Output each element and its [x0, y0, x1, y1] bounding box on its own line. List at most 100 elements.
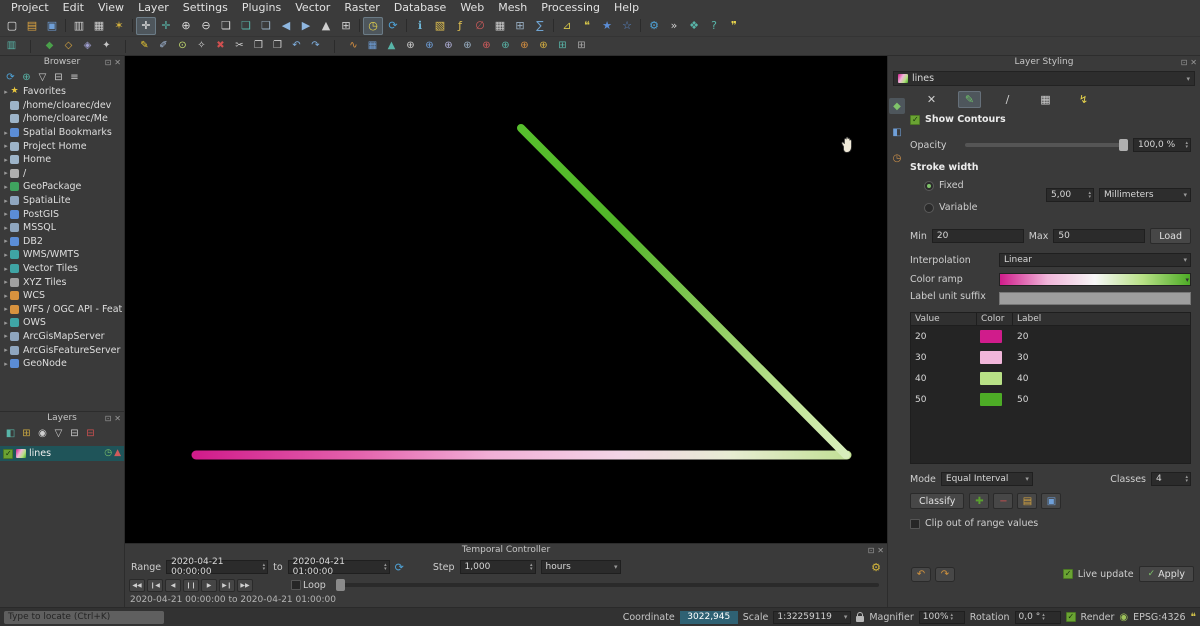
browser-item-folder-dev[interactable]: /home/cloarec/dev: [0, 99, 124, 113]
new-spatialite-button[interactable]: ◈: [78, 38, 97, 54]
add-wcs-button[interactable]: ⊕: [515, 38, 534, 54]
expand-arrow-icon[interactable]: ▸: [2, 210, 10, 218]
layout-manager-button[interactable]: ▦: [89, 17, 109, 35]
menu-item[interactable]: Plugins: [235, 0, 288, 15]
add-spatialite-button[interactable]: ⊕: [439, 38, 458, 54]
styling-layer-combo[interactable]: lines ▾: [893, 71, 1195, 86]
python-console-button[interactable]: »: [664, 17, 684, 35]
open-attribute-table-button[interactable]: ▦: [490, 17, 510, 35]
help-button[interactable]: ?: [704, 17, 724, 35]
class-row[interactable]: 20 20: [911, 326, 1190, 347]
style-redo-button[interactable]: ↷: [935, 567, 955, 582]
opacity-slider-handle[interactable]: [1119, 139, 1128, 151]
cut-features-button[interactable]: ✂: [230, 38, 249, 54]
load-button[interactable]: Load: [1150, 228, 1191, 244]
menu-item[interactable]: Layer: [131, 0, 176, 15]
toolbar-separator[interactable]: [62, 17, 69, 35]
add-wms-button[interactable]: ⊕: [496, 38, 515, 54]
browser-item-vector-tiles[interactable]: ▸ Vector Tiles: [0, 262, 124, 276]
locate-input[interactable]: Type to locate (Ctrl+K): [4, 611, 164, 624]
color-swatch[interactable]: [980, 372, 1002, 385]
add-mesh-layer-button[interactable]: ▲: [382, 38, 401, 54]
map-canvas[interactable]: [125, 56, 887, 543]
coordinate-input[interactable]: 3022,945: [680, 611, 738, 624]
zoom-in-button[interactable]: ⊕: [176, 17, 196, 35]
expand-arrow-icon[interactable]: ▸: [2, 88, 10, 96]
color-swatch[interactable]: [980, 351, 1002, 364]
add-postgis-button[interactable]: ⊕: [420, 38, 439, 54]
zoom-to-selection-button[interactable]: ❏: [236, 17, 256, 35]
spinner-arrows-icon[interactable]: [1042, 613, 1045, 621]
max-input[interactable]: 50: [1053, 229, 1145, 243]
mesh-tab-vectors[interactable]: ∕: [996, 91, 1019, 108]
toolbar-separator[interactable]: [356, 17, 363, 35]
add-vector-tile-button[interactable]: ⊞: [553, 38, 572, 54]
style-undo-button[interactable]: ↶: [911, 567, 931, 582]
add-oracle-button[interactable]: ⊕: [477, 38, 496, 54]
menu-item[interactable]: Processing: [534, 0, 607, 15]
classes-spinbox[interactable]: 4: [1151, 472, 1191, 486]
menu-item[interactable]: Settings: [176, 0, 235, 15]
expand-arrow-icon[interactable]: ▸: [2, 142, 10, 150]
select-features-button[interactable]: ▧: [430, 17, 450, 35]
class-row[interactable]: 40 40: [911, 368, 1190, 389]
browser-item-project-home[interactable]: ▸ Project Home: [0, 139, 124, 153]
apply-button[interactable]: ✓ Apply: [1139, 566, 1194, 582]
color-swatch[interactable]: [980, 330, 1002, 343]
browser-item-ows[interactable]: ▸ OWS: [0, 316, 124, 330]
frame-back-button[interactable]: ◀: [165, 579, 181, 592]
frame-forward-button[interactable]: ▶: [201, 579, 217, 592]
new-3d-map-button[interactable]: ▲: [316, 17, 336, 35]
spinner-arrows-icon[interactable]: [1088, 191, 1091, 199]
message-log-button[interactable]: ❞: [724, 17, 744, 35]
render-checkbox[interactable]: [1066, 612, 1076, 622]
filter-browser-button[interactable]: ▽: [35, 70, 50, 84]
expand-collapse-button[interactable]: ⊟: [67, 426, 82, 440]
menu-item[interactable]: Vector: [288, 0, 337, 15]
vertex-tool-button[interactable]: ✧: [192, 38, 211, 54]
step-unit-combo[interactable]: hours▾: [541, 560, 621, 574]
new-bookmark-button[interactable]: ★: [597, 17, 617, 35]
skip-to-start-button[interactable]: ❙◀: [147, 579, 163, 592]
refresh-range-button[interactable]: ⟳: [395, 561, 404, 574]
styling-tab-history[interactable]: ◷: [889, 150, 905, 166]
toggle-editing-button[interactable]: ✎: [135, 38, 154, 54]
mesh-tab-contours[interactable]: ✎: [958, 91, 981, 108]
expand-arrow-icon[interactable]: ▸: [2, 169, 10, 177]
browser-item-xyz-tiles[interactable]: ▸ XYZ Tiles: [0, 275, 124, 289]
rotation-spinbox[interactable]: 0,0 °: [1015, 611, 1061, 624]
step-value-input[interactable]: 1,000: [460, 560, 536, 574]
expand-arrow-icon[interactable]: ▸: [2, 346, 10, 354]
spinner-arrows-icon[interactable]: [263, 563, 266, 571]
refresh-browser-button[interactable]: ⟳: [3, 70, 18, 84]
filter-legend-button[interactable]: ▽: [51, 426, 66, 440]
stroke-unit-combo[interactable]: Millimeters▾: [1099, 188, 1191, 202]
zoom-out-button[interactable]: ⊖: [196, 17, 216, 35]
new-geopackage-button[interactable]: ◆: [40, 38, 59, 54]
data-source-manager-button[interactable]: ▥: [2, 38, 21, 54]
add-delimited-text-button[interactable]: ⊕: [401, 38, 420, 54]
opacity-slider[interactable]: [965, 143, 1128, 147]
label-unit-suffix-input[interactable]: [999, 292, 1191, 305]
lock-scale-icon[interactable]: [856, 616, 864, 622]
save-edits-button[interactable]: ✐: [154, 38, 173, 54]
plugin-manager-button[interactable]: ❖: [684, 17, 704, 35]
toolbar-separator[interactable]: [325, 38, 344, 54]
float-panel-icon[interactable]: ⊡: [868, 544, 875, 557]
toolbar-separator[interactable]: [21, 38, 40, 54]
float-panel-icon[interactable]: ⊡: [1181, 56, 1188, 69]
browser-item-favorites[interactable]: ▸ ★ Favorites: [0, 85, 124, 99]
statistical-summary-button[interactable]: ∑: [530, 17, 550, 35]
expand-arrow-icon[interactable]: ▸: [2, 265, 10, 273]
expand-arrow-icon[interactable]: ▸: [2, 292, 10, 300]
layer-visibility-checkbox[interactable]: [3, 449, 13, 459]
mode-combo[interactable]: Equal Interval▾: [941, 472, 1033, 486]
add-raster-layer-button[interactable]: ▦: [363, 38, 382, 54]
toolbar-separator[interactable]: [550, 17, 557, 35]
spinner-arrows-icon[interactable]: [951, 613, 954, 621]
loop-checkbox[interactable]: [291, 580, 301, 590]
add-selected-layers-button[interactable]: ⊕: [19, 70, 34, 84]
classify-button[interactable]: Classify: [910, 493, 964, 509]
paste-features-button[interactable]: ❐: [268, 38, 287, 54]
menu-item[interactable]: Edit: [56, 0, 91, 15]
